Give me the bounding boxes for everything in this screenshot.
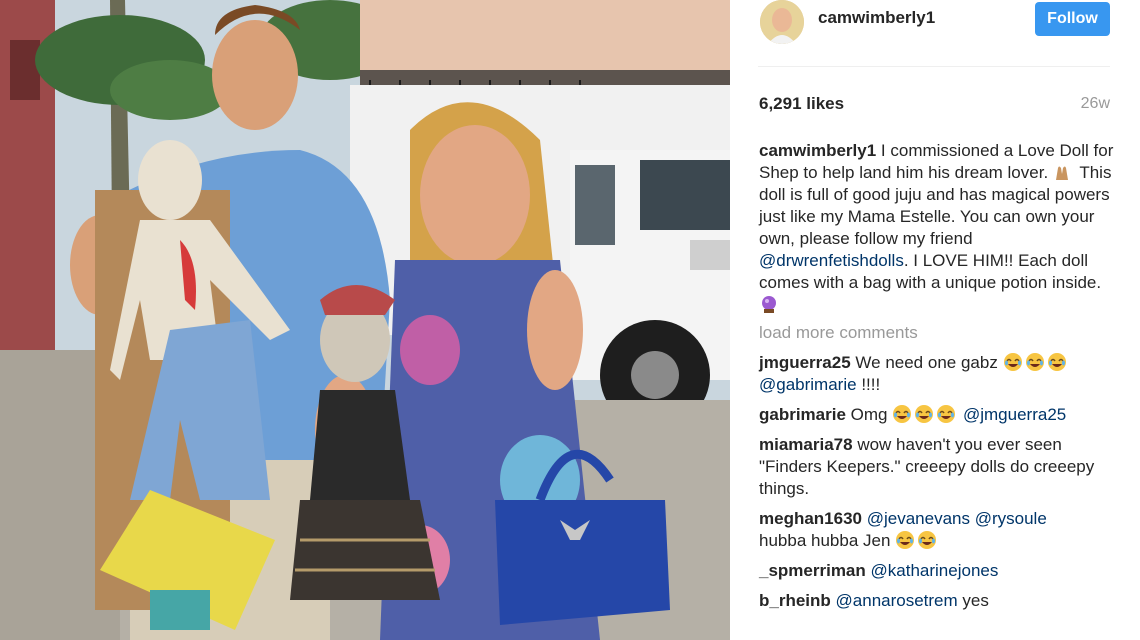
follow-button[interactable]: Follow bbox=[1035, 2, 1110, 36]
comment-mention[interactable]: @jevanevans bbox=[867, 509, 970, 528]
comment-item: _spmerriman @katharinejones bbox=[759, 560, 1119, 582]
comment-item: miamaria78 wow haven't you ever seen "Fi… bbox=[759, 434, 1119, 500]
crystal-ball-icon bbox=[762, 296, 776, 313]
comment-mention[interactable]: @katharinejones bbox=[871, 561, 999, 580]
comment-username[interactable]: jmguerra25 bbox=[759, 353, 851, 372]
caption-username[interactable]: camwimberly1 bbox=[759, 141, 876, 160]
comment-mention[interactable]: @jmguerra25 bbox=[963, 405, 1066, 424]
post-username[interactable]: camwimberly1 bbox=[818, 8, 935, 28]
comment-username[interactable]: miamaria78 bbox=[759, 435, 853, 454]
caption-mention[interactable]: @drwrenfetishdolls bbox=[759, 251, 904, 270]
comment-username[interactable]: meghan1630 bbox=[759, 509, 862, 528]
likes-count[interactable]: 6,291 likes bbox=[759, 94, 844, 114]
joy-emoji-icon bbox=[915, 405, 934, 423]
comment-mention[interactable]: @annarosetrem bbox=[836, 591, 958, 610]
raised-hands-icon bbox=[1055, 166, 1068, 180]
comment-item: b_rheinb @annarosetrem yes bbox=[759, 590, 1119, 612]
comment-text: Omg bbox=[850, 405, 888, 424]
joy-emoji-icon bbox=[1047, 353, 1066, 371]
comment-username[interactable]: b_rheinb bbox=[759, 591, 831, 610]
joy-emoji-icon bbox=[937, 405, 956, 423]
comment-tail: !!!! bbox=[861, 375, 881, 394]
post-header: camwimberly1 Follow bbox=[730, 0, 1140, 70]
joy-emoji-icon bbox=[893, 405, 912, 423]
header-divider bbox=[758, 66, 1110, 67]
comment-text: yes bbox=[962, 591, 989, 610]
joy-emoji-icon bbox=[918, 531, 937, 549]
avatar-image bbox=[760, 0, 804, 44]
comment-username[interactable]: gabrimarie bbox=[759, 405, 846, 424]
comment-item: gabrimarie Omg @jmguerra25 bbox=[759, 404, 1119, 426]
avatar[interactable] bbox=[760, 0, 804, 44]
joy-emoji-icon bbox=[1003, 353, 1022, 371]
post-caption: camwimberly1 I commissioned a Love Doll … bbox=[759, 140, 1119, 316]
comment-item: jmguerra25 We need one gabz @gabrimarie … bbox=[759, 352, 1119, 396]
post-photo[interactable] bbox=[0, 0, 730, 640]
comment-mention-2[interactable]: @rysoule bbox=[975, 509, 1047, 528]
photo-illustration bbox=[0, 0, 730, 640]
joy-emoji-icon bbox=[896, 531, 915, 549]
post-age[interactable]: 26w bbox=[1081, 95, 1110, 113]
comment-username[interactable]: _spmerriman bbox=[759, 561, 866, 580]
load-more-comments-link[interactable]: load more comments bbox=[759, 322, 1119, 344]
comment-text: We need one gabz bbox=[855, 353, 998, 372]
comment-mention[interactable]: @gabrimarie bbox=[759, 375, 857, 394]
joy-emoji-icon bbox=[1025, 353, 1044, 371]
comment-item: meghan1630 @jevanevans @rysoule hubba hu… bbox=[759, 508, 1119, 552]
comment-text: hubba hubba Jen bbox=[759, 531, 891, 550]
post-details-panel: camwimberly1 Follow 6,291 likes 26w camw… bbox=[730, 0, 1140, 640]
comments-list: camwimberly1 I commissioned a Love Doll … bbox=[759, 140, 1119, 620]
